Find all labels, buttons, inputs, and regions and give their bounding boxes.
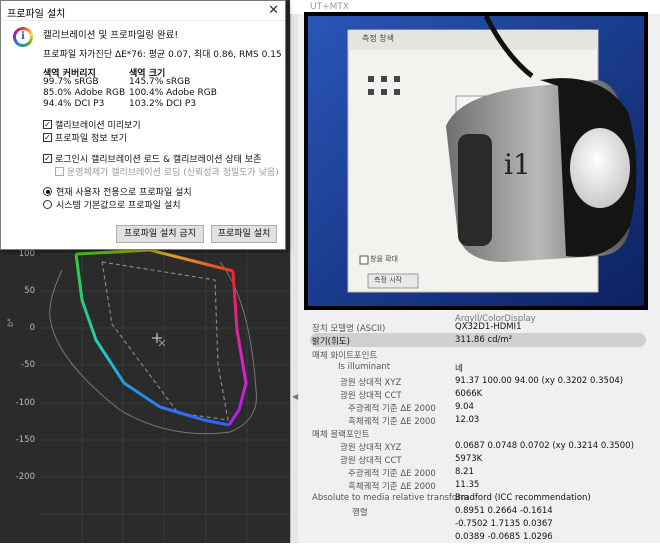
volume-dci-p3: 103.2% DCI P3 <box>129 99 197 109</box>
prop-label: 광원 상대적 XYZ <box>340 378 402 388</box>
section-header: 매체 화이트포인트 <box>312 351 378 361</box>
prop-value: Bradford (ICC recommendation) <box>455 493 591 503</box>
checkbox-os-calibration-loading: 운영체제가 캘리브레이션 로딩 (신뢰성과 정밀도가 낮음) <box>55 165 279 178</box>
checkbox-load-calibration-on-login[interactable]: ✓ 로그인시 캘리브레이션 로드 & 캘리브레이션 상태 보존 <box>43 152 261 165</box>
calibrator-illustration: i1 <box>308 16 644 306</box>
radio-install-current-user[interactable]: 현재 사용자 전용으로 프로파일 설치 <box>43 185 192 198</box>
profile-summary: 프로파일 자가진단 ΔE*76: 평균 0.07, 최대 0.86, RMS 0… <box>43 50 282 60</box>
prop-value: 9.04 <box>455 402 474 412</box>
prop-value: 0.0687 0.0748 0.0702 (xy 0.3214 0.3500) <box>455 441 634 451</box>
radio-selected-icon[interactable] <box>43 187 52 196</box>
prop-label: Absolute to media relative transform <box>312 493 469 503</box>
prop-label: 광원 상대적 CCT <box>340 391 402 401</box>
y-tick-label: -100 <box>15 398 35 408</box>
prop-value: 6066K <box>455 389 483 399</box>
y-tick-label: 50 <box>24 286 35 296</box>
photo-window-title: 측정 창색 <box>362 34 394 43</box>
prop-value: 91.37 100.00 94.00 (xy 0.3202 0.3504) <box>455 376 624 386</box>
dialog-title: 프로파일 설치 <box>7 9 66 20</box>
do-not-install-button[interactable]: 프로파일 설치 금지 <box>116 225 204 243</box>
device-logo: i1 <box>504 148 531 181</box>
prop-label: 밝기(휘도) <box>312 337 350 347</box>
calibration-photo: i1 측정 창색 창을 확대 측정 시작 <box>304 12 648 310</box>
checkbox-label: 캘리브레이션 미리보기 <box>55 121 141 131</box>
checkbox-checked-icon[interactable]: ✓ <box>43 133 52 142</box>
coverage-srgb: 99.7% sRGB <box>43 77 99 87</box>
checkbox-label: 로그인시 캘리브레이션 로드 & 캘리브레이션 상태 보존 <box>55 155 262 165</box>
radio-label: 현재 사용자 전용으로 프로파일 설치 <box>56 188 192 198</box>
splitter-handle[interactable] <box>290 14 298 543</box>
checkbox-label: 프로파일 정보 보기 <box>55 134 127 144</box>
checkbox-label: 운영체제가 캘리브레이션 로딩 (신뢰성과 정밀도가 낮음) <box>67 168 279 178</box>
prop-label: 광원 상대적 XYZ <box>340 443 402 453</box>
prop-value: 12.03 <box>455 415 480 425</box>
prop-value: 네 <box>455 364 463 374</box>
prop-value: QX32D1-HDMI1 <box>455 322 522 332</box>
photo-checkbox-label: 창을 확대 <box>370 255 398 263</box>
radio-unselected-icon[interactable] <box>43 200 52 209</box>
matrix-row: 0.0389 -0.0685 1.0296 <box>455 532 553 542</box>
install-profile-button[interactable]: 프로파일 설치 <box>211 225 277 243</box>
whitepoint-marker <box>152 333 166 347</box>
prop-label: 행렬 <box>352 508 368 518</box>
checkbox-show-profile-info[interactable]: ✓ 프로파일 정보 보기 <box>43 131 127 144</box>
profile-install-dialog: 프로파일 설치 ✕ i 캘리브레이션 및 프로파일링 완료! 프로파일 자가진단… <box>0 0 286 250</box>
prop-label: 흑체궤적 기준 ΔE 2000 <box>348 417 436 427</box>
close-icon[interactable]: ✕ <box>268 3 279 18</box>
coverage-dci-p3: 94.4% DCI P3 <box>43 99 105 109</box>
splitter-arrow-icon[interactable]: ◀ <box>292 392 298 401</box>
volume-adobe-rgb: 100.4% Adobe RGB <box>129 88 217 98</box>
radio-label: 시스템 기본값으로 프로파일 설치 <box>56 201 181 211</box>
volume-srgb: 145.7% sRGB <box>129 77 191 87</box>
matrix-row: 0.8951 0.2664 -0.1614 <box>455 506 553 516</box>
y-tick-label: -50 <box>21 360 35 370</box>
checkbox-checked-icon[interactable]: ✓ <box>43 154 52 163</box>
plot-grid <box>40 240 290 543</box>
y-axis-label: b* <box>6 317 16 328</box>
prop-label: 광원 상대적 CCT <box>340 456 402 466</box>
y-tick-label: 100 <box>18 249 35 259</box>
checkbox-unchecked-icon <box>55 167 64 176</box>
info-icon: i <box>13 27 33 47</box>
photo-start-button: 측정 시작 <box>374 276 402 284</box>
y-tick-label: -150 <box>15 435 35 445</box>
dialog-title-bar[interactable]: 프로파일 설치 ✕ <box>1 1 285 21</box>
prop-label: Is illuminant <box>338 362 391 372</box>
prop-value: 311.86 cd/m² <box>455 335 513 345</box>
prop-value: 8.21 <box>455 467 474 477</box>
radio-install-system-default[interactable]: 시스템 기본값으로 프로파일 설치 <box>43 198 181 211</box>
prop-label: 흑체궤적 기준 ΔE 2000 <box>348 482 436 492</box>
y-tick-label: -200 <box>15 472 35 482</box>
checkbox-checked-icon[interactable]: ✓ <box>43 120 52 129</box>
prop-value: 11.35 <box>455 480 480 490</box>
reference-gamut-outline <box>101 261 229 421</box>
prop-label: 주광궤적 기준 ΔE 2000 <box>348 469 436 479</box>
prop-label: 주광궤적 기준 ΔE 2000 <box>348 404 436 414</box>
section-header: 매체 블랙포인트 <box>312 430 370 440</box>
gamut-edge-green-red <box>75 248 234 273</box>
dialog-headline: 캘리브레이션 및 프로파일링 완료! <box>43 30 179 41</box>
checkbox-calibration-preview[interactable]: ✓ 캘리브레이션 미리보기 <box>43 118 141 131</box>
prop-value: 5973K <box>455 454 483 464</box>
gamut-plot-canvas <box>40 240 290 543</box>
gamut-plot: 100 50 0 -50 -100 -150 -200 <box>0 240 290 543</box>
coverage-adobe-rgb: 85.0% Adobe RGB <box>43 88 126 98</box>
matrix-row: -0.7502 1.7135 0.0367 <box>455 519 553 529</box>
